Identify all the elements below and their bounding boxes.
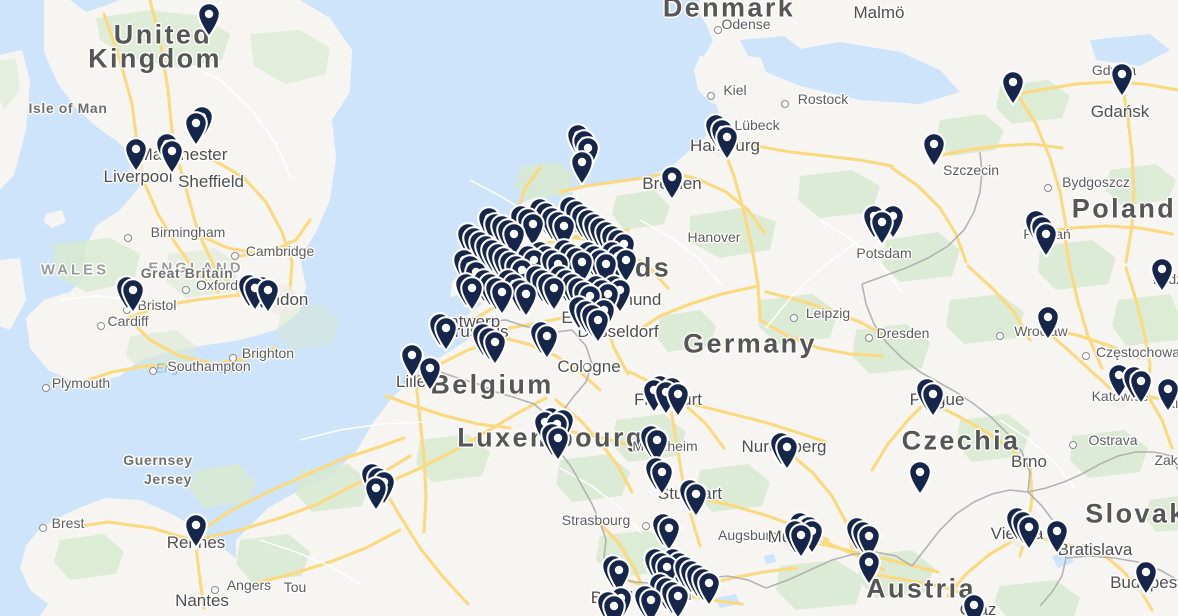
map-pin-icon[interactable] — [659, 165, 685, 201]
map-pin-icon[interactable] — [1000, 70, 1026, 106]
map-pin-icon[interactable] — [183, 513, 209, 549]
map-pin-icon[interactable] — [159, 139, 185, 175]
map-pin-icon[interactable] — [433, 316, 459, 352]
map-pin-icon[interactable] — [123, 137, 149, 173]
map-pin-icon[interactable] — [459, 276, 485, 312]
map-pin-icon[interactable] — [665, 584, 691, 616]
map-pin-icon[interactable] — [696, 571, 722, 607]
map-pin-icon[interactable] — [541, 276, 567, 312]
map-pin-icon[interactable] — [363, 476, 389, 512]
map-pin-icon[interactable] — [1133, 560, 1159, 596]
map-pin-icon[interactable] — [120, 278, 146, 314]
map-pin-icon[interactable] — [196, 2, 222, 38]
map-pin-icon[interactable] — [1033, 222, 1059, 258]
map-pin-icon[interactable] — [1109, 62, 1135, 98]
map-pin-icon[interactable] — [255, 278, 281, 314]
map-pin-icon[interactable] — [585, 308, 611, 344]
map-pin-icon[interactable] — [417, 356, 443, 392]
map-pin-icon[interactable] — [183, 111, 209, 147]
map-pin-icon[interactable] — [907, 460, 933, 496]
map-pin-icon[interactable] — [513, 282, 539, 318]
map-pin-icon[interactable] — [1155, 377, 1178, 413]
map-pin-icon[interactable] — [1149, 257, 1175, 293]
map-pin-icon[interactable] — [1016, 515, 1042, 551]
map-pin-icon[interactable] — [534, 324, 560, 360]
map-pin-icon[interactable] — [961, 593, 987, 616]
map-pin-icon[interactable] — [921, 132, 947, 168]
map-pin-icon[interactable] — [649, 460, 675, 496]
map-pin-icon[interactable] — [774, 435, 800, 471]
map-container[interactable]: UnitedKingdomDenmarkGermanyBelgiumLuxemb… — [0, 0, 1178, 616]
map-pin-icon[interactable] — [920, 382, 946, 418]
map-markers-layer[interactable] — [0, 0, 1178, 616]
map-pin-icon[interactable] — [1035, 305, 1061, 341]
map-pin-icon[interactable] — [714, 125, 740, 161]
map-pin-icon[interactable] — [638, 588, 664, 616]
map-pin-icon[interactable] — [856, 550, 882, 586]
map-pin-icon[interactable] — [489, 280, 515, 316]
map-pin-icon[interactable] — [1044, 519, 1070, 555]
map-pin-icon[interactable] — [1128, 369, 1154, 405]
map-pin-icon[interactable] — [869, 210, 895, 246]
map-pin-icon[interactable] — [545, 426, 571, 462]
map-pin-icon[interactable] — [683, 482, 709, 518]
map-pin-icon[interactable] — [601, 594, 627, 616]
map-pin-icon[interactable] — [665, 382, 691, 418]
map-pin-icon[interactable] — [788, 523, 814, 559]
map-pin-icon[interactable] — [482, 330, 508, 366]
map-pin-icon[interactable] — [569, 150, 595, 186]
